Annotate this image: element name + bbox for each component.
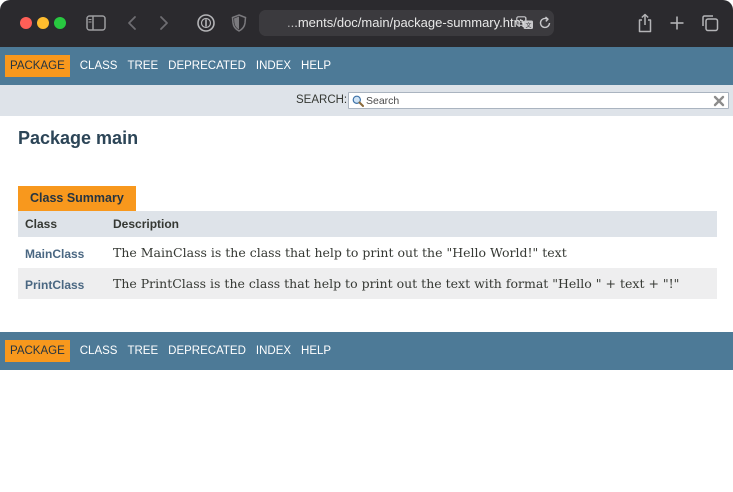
search-box — [348, 92, 729, 109]
sidebar-toggle-icon[interactable] — [84, 11, 108, 35]
column-header-description: Description — [106, 211, 717, 237]
nav-class[interactable]: Class — [75, 55, 123, 77]
share-icon[interactable] — [633, 11, 657, 35]
nav-deprecated[interactable]: Deprecated — [163, 340, 251, 362]
reload-icon[interactable] — [533, 11, 557, 35]
table-header-row: Class Description — [18, 211, 717, 237]
nav-tree[interactable]: Tree — [122, 340, 163, 362]
column-header-class: Class — [18, 211, 106, 237]
search-label: SEARCH: — [296, 94, 348, 106]
back-icon[interactable] — [120, 11, 144, 35]
table-row: MainClass The MainClass is the class tha… — [18, 237, 717, 268]
page-title: Package main — [18, 128, 139, 148]
close-window-button[interactable] — [20, 17, 32, 29]
zoom-window-button[interactable] — [54, 17, 66, 29]
clear-search-icon[interactable] — [713, 95, 725, 107]
nav-help[interactable]: Help — [296, 340, 336, 362]
nav-package: Package — [5, 340, 70, 362]
sub-navbar: SEARCH: — [0, 85, 733, 116]
class-description-cell: The MainClass is the class that help to … — [106, 237, 717, 268]
nav-help[interactable]: Help — [296, 55, 336, 77]
nav-class[interactable]: Class — [75, 340, 123, 362]
nav-index[interactable]: Index — [251, 55, 296, 77]
address-bar[interactable]: ...ments/doc/main/package-summary.html — [259, 10, 554, 36]
browser-toolbar: ...ments/doc/main/package-summary.html A… — [0, 0, 733, 47]
bottom-navbar: Package Class Tree Deprecated Index Help — [0, 332, 733, 370]
nav-index[interactable]: Index — [251, 340, 296, 362]
minimize-window-button[interactable] — [37, 17, 49, 29]
class-description-cell: The PrintClass is the class that help to… — [106, 268, 717, 299]
shield-icon[interactable] — [227, 11, 251, 35]
nav-tree[interactable]: Tree — [122, 55, 163, 77]
search-icon — [352, 95, 364, 107]
new-tab-icon[interactable] — [665, 11, 689, 35]
class-link-printclass[interactable]: PrintClass — [25, 278, 84, 292]
class-link-mainclass[interactable]: MainClass — [25, 247, 84, 261]
class-summary-caption: Class Summary — [18, 186, 136, 211]
tab-overview-icon[interactable] — [698, 11, 722, 35]
top-navbar: Package Class Tree Deprecated Index Help — [0, 47, 733, 85]
svg-text:A: A — [519, 18, 524, 26]
class-name-cell: PrintClass — [18, 268, 106, 299]
nav-deprecated[interactable]: Deprecated — [163, 55, 251, 77]
password-key-icon[interactable] — [194, 11, 218, 35]
url-text: ...ments/doc/main/package-summary.html — [287, 15, 528, 30]
nav-package: Package — [5, 55, 70, 77]
forward-icon[interactable] — [152, 11, 176, 35]
search-input[interactable] — [366, 93, 706, 108]
table-row: PrintClass The PrintClass is the class t… — [18, 268, 717, 299]
svg-text:文: 文 — [526, 22, 532, 30]
class-summary-table: Class Description MainClass The MainClas… — [18, 211, 717, 299]
class-name-cell: MainClass — [18, 237, 106, 268]
